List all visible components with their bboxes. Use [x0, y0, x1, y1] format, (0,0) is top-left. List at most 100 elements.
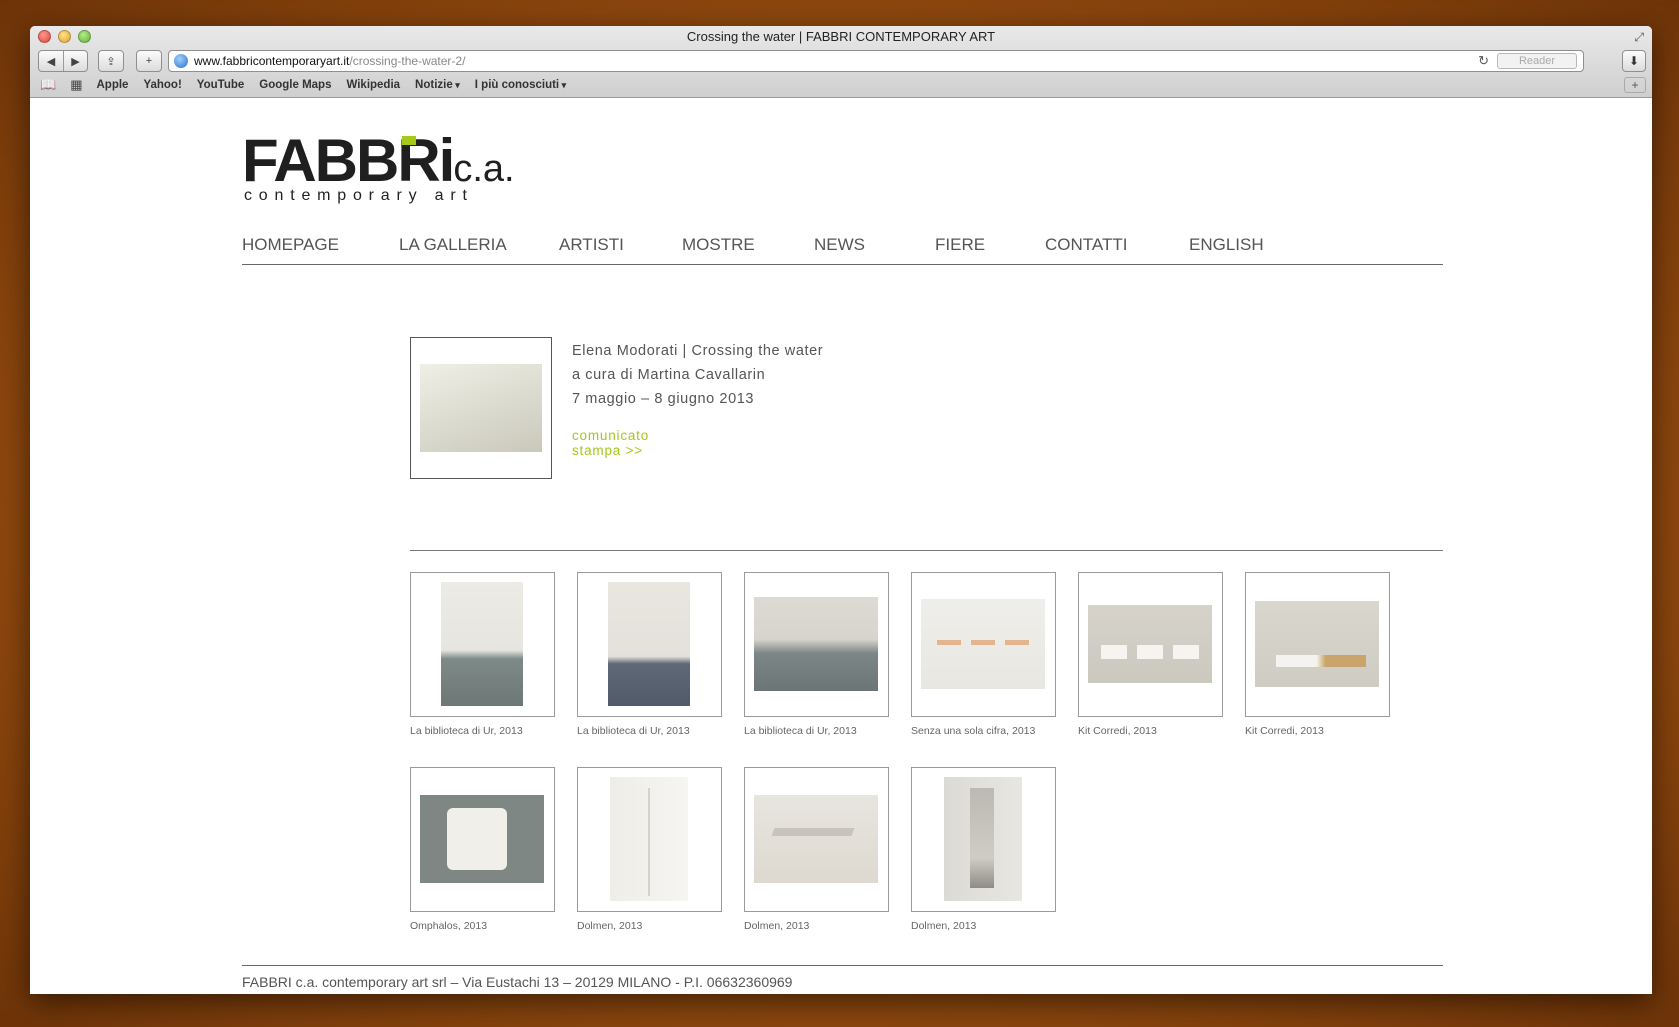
menu-contatti[interactable]: CONTATTI: [1045, 235, 1127, 255]
reader-button[interactable]: Reader: [1497, 53, 1577, 69]
exhibition-image: [420, 364, 542, 452]
share-icon: ⇪: [106, 55, 116, 68]
artwork-caption: Dolmen, 2013: [744, 920, 810, 932]
downloads-button[interactable]: ⬇: [1622, 50, 1646, 72]
gallery-item[interactable]: Dolmen, 2013: [577, 767, 722, 932]
artwork-caption: La biblioteca di Ur, 2013: [577, 725, 690, 737]
add-bookmark-button[interactable]: +: [1624, 77, 1646, 93]
globe-icon: [174, 54, 188, 68]
bookmark-piu-conosciuti[interactable]: I più conosciuti: [475, 79, 566, 91]
exhibition-thumbnail[interactable]: [410, 337, 552, 479]
reading-list-icon[interactable]: 📖: [40, 77, 56, 93]
reload-icon[interactable]: ↻: [1478, 53, 1489, 69]
browser-window: Crossing the water | FABBRI CONTEMPORARY…: [30, 26, 1652, 994]
artwork-detail: [1276, 655, 1366, 667]
gallery-item[interactable]: La biblioteca di Ur, 2013: [577, 572, 722, 737]
logo-accent-dot: [402, 136, 416, 145]
footer-divider: [242, 965, 1443, 966]
exhibition-dates: 7 maggio – 8 giugno 2013: [572, 391, 755, 407]
new-tab-button[interactable]: +: [136, 50, 162, 72]
exhibition-title: Elena Modorati | Crossing the water: [572, 343, 824, 359]
menu-english[interactable]: ENGLISH: [1189, 235, 1264, 255]
gallery-item[interactable]: Omphalos, 2013: [410, 767, 555, 932]
gallery-item[interactable]: Kit Corredi, 2013: [1078, 572, 1223, 737]
url-path: /crossing-the-water-2/: [349, 54, 466, 68]
artwork-thumbnail[interactable]: [911, 572, 1056, 717]
artwork-detail: [447, 808, 507, 870]
artwork-caption: Kit Corredi, 2013: [1078, 725, 1157, 737]
artwork-thumbnail[interactable]: [410, 572, 555, 717]
browser-toolbar: ◀ ▶ ⇪ + www.fabbricontemporaryart.it/cro…: [30, 48, 1652, 74]
download-icon: ⬇: [1628, 54, 1640, 68]
artwork-caption: Senza una sola cifra, 2013: [911, 725, 1036, 737]
window-title: Crossing the water | FABBRI CONTEMPORARY…: [686, 29, 996, 44]
artwork-caption: Kit Corredi, 2013: [1245, 725, 1324, 737]
gallery-item[interactable]: Senza una sola cifra, 2013: [911, 572, 1056, 737]
menu-news[interactable]: NEWS: [814, 235, 865, 255]
artwork-caption: Dolmen, 2013: [911, 920, 977, 932]
artwork-image: [1255, 601, 1379, 687]
artwork-thumbnail[interactable]: [744, 572, 889, 717]
artwork-detail: [648, 788, 650, 896]
artwork-thumbnail[interactable]: [577, 767, 722, 912]
menu-fiere[interactable]: FIERE: [935, 235, 985, 255]
address-bar[interactable]: www.fabbricontemporaryart.it/crossing-th…: [168, 50, 1584, 72]
artwork-image: [441, 582, 523, 706]
gallery-item[interactable]: La biblioteca di Ur, 2013: [410, 572, 555, 737]
exhibition-curator: a cura di Martina Cavallarin: [572, 367, 766, 383]
browser-chrome: Crossing the water | FABBRI CONTEMPORARY…: [30, 26, 1652, 98]
exhibition-details: Elena Modorati | Crossing the water a cu…: [572, 339, 972, 411]
artwork-thumbnail[interactable]: [577, 572, 722, 717]
footer-text: FABBRI c.a. contemporary art srl – Via E…: [242, 974, 793, 990]
artwork-image: [754, 597, 878, 691]
artwork-detail: [1101, 645, 1199, 659]
artwork-caption: La biblioteca di Ur, 2013: [744, 725, 857, 737]
artwork-thumbnail[interactable]: [744, 767, 889, 912]
url-host: www.fabbricontemporaryart.it: [194, 54, 350, 68]
artwork-thumbnail[interactable]: [911, 767, 1056, 912]
forward-button[interactable]: ▶: [63, 51, 87, 71]
divider: [410, 550, 1443, 551]
bookmark-youtube[interactable]: YouTube: [197, 79, 244, 91]
artwork-detail: [771, 828, 855, 836]
artwork-thumbnail[interactable]: [1078, 572, 1223, 717]
fullscreen-icon[interactable]: ⤢: [1634, 30, 1644, 45]
logo-subtitle: contemporary art: [244, 187, 474, 204]
artwork-image: [754, 795, 878, 883]
menu-homepage[interactable]: HOMEPAGE: [242, 235, 339, 255]
top-sites-icon[interactable]: ▦: [70, 77, 82, 93]
menu-la-galleria[interactable]: LA GALLERIA: [399, 235, 507, 255]
bookmark-google-maps[interactable]: Google Maps: [259, 79, 331, 91]
bookmark-apple[interactable]: Apple: [96, 79, 128, 91]
gallery-item[interactable]: Dolmen, 2013: [911, 767, 1056, 932]
artwork-caption: Omphalos, 2013: [410, 920, 488, 932]
bookmark-notizie[interactable]: Notizie: [415, 79, 460, 91]
logo-main-text: FABBRi: [242, 127, 455, 194]
gallery-item[interactable]: Kit Corredi, 2013: [1245, 572, 1390, 737]
web-page: FABBRic.a. contemporary art HOMEPAGE LA …: [30, 98, 1652, 994]
artwork-detail: [937, 640, 1029, 645]
title-bar: Crossing the water | FABBRI CONTEMPORARY…: [30, 26, 1652, 48]
menu-mostre[interactable]: MOSTRE: [682, 235, 755, 255]
artwork-thumbnail[interactable]: [1245, 572, 1390, 717]
main-menu: HOMEPAGE LA GALLERIA ARTISTI MOSTRE NEWS…: [242, 235, 1443, 265]
bookmark-wikipedia[interactable]: Wikipedia: [346, 79, 400, 91]
artwork-detail: [970, 788, 994, 888]
plus-icon: +: [145, 55, 153, 67]
press-release-link[interactable]: comunicato stampa >>: [572, 428, 649, 458]
artwork-thumbnail[interactable]: [410, 767, 555, 912]
artwork-caption: Dolmen, 2013: [577, 920, 643, 932]
site-logo[interactable]: FABBRic.a. contemporary art: [242, 131, 515, 205]
artwork-caption: La biblioteca di Ur, 2013: [410, 725, 523, 737]
artwork-image: [1088, 605, 1212, 683]
gallery-item[interactable]: La biblioteca di Ur, 2013: [744, 572, 889, 737]
share-button[interactable]: ⇪: [98, 50, 124, 72]
bookmarks-bar: 📖 ▦ Apple Yahoo! YouTube Google Maps Wik…: [30, 74, 1652, 96]
gallery-item[interactable]: Dolmen, 2013: [744, 767, 889, 932]
menu-artisti[interactable]: ARTISTI: [559, 235, 624, 255]
nav-buttons: ◀ ▶: [38, 50, 88, 72]
logo-ca-text: c.a.: [453, 148, 515, 190]
artwork-image: [608, 582, 690, 706]
bookmark-yahoo[interactable]: Yahoo!: [143, 79, 181, 91]
back-button[interactable]: ◀: [39, 51, 63, 71]
